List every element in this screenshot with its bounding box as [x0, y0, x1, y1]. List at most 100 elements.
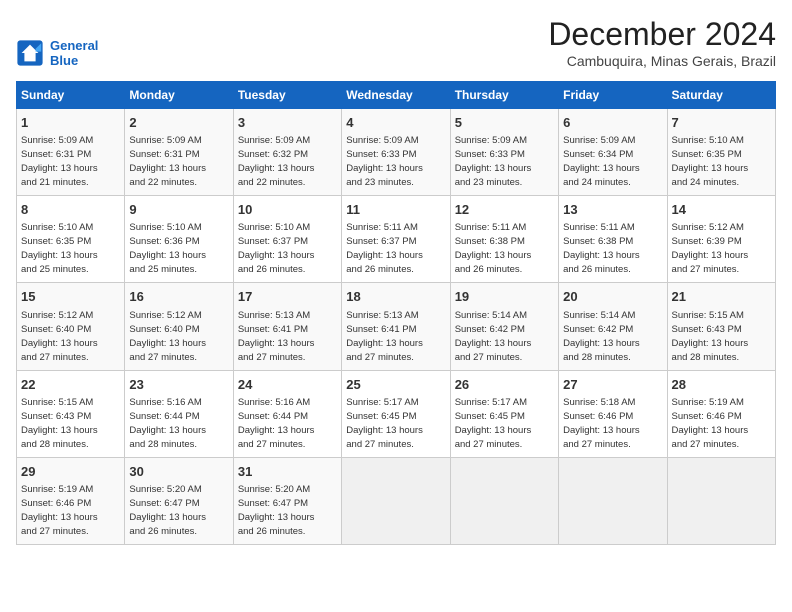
day-cell: 29 Sunrise: 5:19 AM Sunset: 6:46 PM Dayli… [17, 457, 125, 544]
week-row-5: 29 Sunrise: 5:19 AM Sunset: 6:46 PM Dayli… [17, 457, 776, 544]
header-friday: Friday [559, 82, 667, 109]
logo-icon [16, 39, 44, 67]
day-cell: 5 Sunrise: 5:09 AM Sunset: 6:33 PM Daylig… [450, 109, 558, 196]
day-cell: 31Sunrise: 5:20 AM Sunset: 6:47 PM Dayli… [233, 457, 341, 544]
day-number: 8 [21, 201, 120, 219]
header-thursday: Thursday [450, 82, 558, 109]
day-number: 4 [346, 114, 445, 132]
day-cell: 14 Sunrise: 5:12 AM Sunset: 6:39 PM Dayli… [667, 196, 775, 283]
day-cell: 8 Sunrise: 5:10 AM Sunset: 6:35 PM Daylig… [17, 196, 125, 283]
day-info: Sunrise: 5:19 AM Sunset: 6:46 PM Dayligh… [672, 397, 749, 450]
day-info: Sunrise: 5:10 AM Sunset: 6:36 PM Dayligh… [129, 222, 206, 275]
day-number: 14 [672, 201, 771, 219]
day-number: 12 [455, 201, 554, 219]
header-saturday: Saturday [667, 82, 775, 109]
day-number: 27 [563, 376, 662, 394]
logo: General Blue [16, 38, 98, 69]
day-number: 17 [238, 288, 337, 306]
day-info: Sunrise: 5:12 AM Sunset: 6:39 PM Dayligh… [672, 222, 749, 275]
day-info: Sunrise: 5:12 AM Sunset: 6:40 PM Dayligh… [21, 310, 98, 363]
title-section: December 2024 Cambuquira, Minas Gerais, … [548, 16, 776, 69]
day-info: Sunrise: 5:15 AM Sunset: 6:43 PM Dayligh… [21, 397, 98, 450]
day-cell: 18 Sunrise: 5:13 AM Sunset: 6:41 PM Dayli… [342, 283, 450, 370]
day-cell: 12 Sunrise: 5:11 AM Sunset: 6:38 PM Dayli… [450, 196, 558, 283]
header-monday: Monday [125, 82, 233, 109]
day-info: Sunrise: 5:09 AM Sunset: 6:32 PM Dayligh… [238, 135, 315, 188]
day-cell: 19 Sunrise: 5:14 AM Sunset: 6:42 PM Dayli… [450, 283, 558, 370]
day-cell: 11 Sunrise: 5:11 AM Sunset: 6:37 PM Dayli… [342, 196, 450, 283]
day-cell: 13 Sunrise: 5:11 AM Sunset: 6:38 PM Dayli… [559, 196, 667, 283]
day-number: 6 [563, 114, 662, 132]
day-cell: 26 Sunrise: 5:17 AM Sunset: 6:45 PM Dayli… [450, 370, 558, 457]
day-number: 7 [672, 114, 771, 132]
day-info: Sunrise: 5:09 AM Sunset: 6:31 PM Dayligh… [21, 135, 98, 188]
day-info: Sunrise: 5:13 AM Sunset: 6:41 PM Dayligh… [346, 310, 423, 363]
day-info: Sunrise: 5:09 AM Sunset: 6:33 PM Dayligh… [455, 135, 532, 188]
day-number: 5 [455, 114, 554, 132]
day-number: 19 [455, 288, 554, 306]
day-info: Sunrise: 5:17 AM Sunset: 6:45 PM Dayligh… [346, 397, 423, 450]
logo-line2: Blue [50, 53, 78, 68]
day-cell [342, 457, 450, 544]
calendar-table: SundayMondayTuesdayWednesdayThursdayFrid… [16, 81, 776, 545]
day-number: 20 [563, 288, 662, 306]
day-number: 31 [238, 463, 337, 481]
header-wednesday: Wednesday [342, 82, 450, 109]
day-number: 25 [346, 376, 445, 394]
week-row-3: 15 Sunrise: 5:12 AM Sunset: 6:40 PM Dayli… [17, 283, 776, 370]
day-info: Sunrise: 5:20 AM Sunset: 6:47 PM Dayligh… [129, 484, 206, 537]
day-cell: 22 Sunrise: 5:15 AM Sunset: 6:43 PM Dayli… [17, 370, 125, 457]
day-number: 21 [672, 288, 771, 306]
week-row-1: 1 Sunrise: 5:09 AM Sunset: 6:31 PM Daylig… [17, 109, 776, 196]
day-number: 2 [129, 114, 228, 132]
day-cell: 25 Sunrise: 5:17 AM Sunset: 6:45 PM Dayli… [342, 370, 450, 457]
day-number: 3 [238, 114, 337, 132]
day-info: Sunrise: 5:12 AM Sunset: 6:40 PM Dayligh… [129, 310, 206, 363]
day-info: Sunrise: 5:11 AM Sunset: 6:37 PM Dayligh… [346, 222, 423, 275]
day-number: 15 [21, 288, 120, 306]
day-cell [450, 457, 558, 544]
day-number: 16 [129, 288, 228, 306]
logo-line1: General [50, 38, 98, 53]
day-number: 18 [346, 288, 445, 306]
day-info: Sunrise: 5:11 AM Sunset: 6:38 PM Dayligh… [455, 222, 532, 275]
day-cell: 30 Sunrise: 5:20 AM Sunset: 6:47 PM Dayli… [125, 457, 233, 544]
day-info: Sunrise: 5:19 AM Sunset: 6:46 PM Dayligh… [21, 484, 98, 537]
week-row-2: 8 Sunrise: 5:10 AM Sunset: 6:35 PM Daylig… [17, 196, 776, 283]
day-info: Sunrise: 5:10 AM Sunset: 6:35 PM Dayligh… [21, 222, 98, 275]
location: Cambuquira, Minas Gerais, Brazil [548, 53, 776, 69]
day-number: 22 [21, 376, 120, 394]
day-cell [667, 457, 775, 544]
day-number: 26 [455, 376, 554, 394]
day-info: Sunrise: 5:16 AM Sunset: 6:44 PM Dayligh… [238, 397, 315, 450]
day-cell: 15 Sunrise: 5:12 AM Sunset: 6:40 PM Dayli… [17, 283, 125, 370]
day-number: 11 [346, 201, 445, 219]
top-area: General Blue December 2024 Cambuquira, M… [16, 16, 776, 73]
day-cell: 4Sunrise: 5:09 AM Sunset: 6:33 PM Daylig… [342, 109, 450, 196]
day-number: 1 [21, 114, 120, 132]
day-number: 23 [129, 376, 228, 394]
day-number: 10 [238, 201, 337, 219]
day-info: Sunrise: 5:14 AM Sunset: 6:42 PM Dayligh… [455, 310, 532, 363]
day-info: Sunrise: 5:16 AM Sunset: 6:44 PM Dayligh… [129, 397, 206, 450]
day-number: 28 [672, 376, 771, 394]
logo-text: General Blue [50, 38, 98, 69]
day-number: 13 [563, 201, 662, 219]
day-number: 9 [129, 201, 228, 219]
month-title: December 2024 [548, 16, 776, 53]
header-tuesday: Tuesday [233, 82, 341, 109]
header-sunday: Sunday [17, 82, 125, 109]
day-cell: 21Sunrise: 5:15 AM Sunset: 6:43 PM Dayli… [667, 283, 775, 370]
day-info: Sunrise: 5:17 AM Sunset: 6:45 PM Dayligh… [455, 397, 532, 450]
day-info: Sunrise: 5:10 AM Sunset: 6:37 PM Dayligh… [238, 222, 315, 275]
week-row-4: 22 Sunrise: 5:15 AM Sunset: 6:43 PM Dayli… [17, 370, 776, 457]
day-number: 24 [238, 376, 337, 394]
day-number: 30 [129, 463, 228, 481]
day-info: Sunrise: 5:14 AM Sunset: 6:42 PM Dayligh… [563, 310, 640, 363]
day-info: Sunrise: 5:09 AM Sunset: 6:31 PM Dayligh… [129, 135, 206, 188]
day-info: Sunrise: 5:09 AM Sunset: 6:34 PM Dayligh… [563, 135, 640, 188]
day-info: Sunrise: 5:11 AM Sunset: 6:38 PM Dayligh… [563, 222, 640, 275]
day-cell: 9 Sunrise: 5:10 AM Sunset: 6:36 PM Daylig… [125, 196, 233, 283]
day-number: 29 [21, 463, 120, 481]
day-cell: 23 Sunrise: 5:16 AM Sunset: 6:44 PM Dayli… [125, 370, 233, 457]
